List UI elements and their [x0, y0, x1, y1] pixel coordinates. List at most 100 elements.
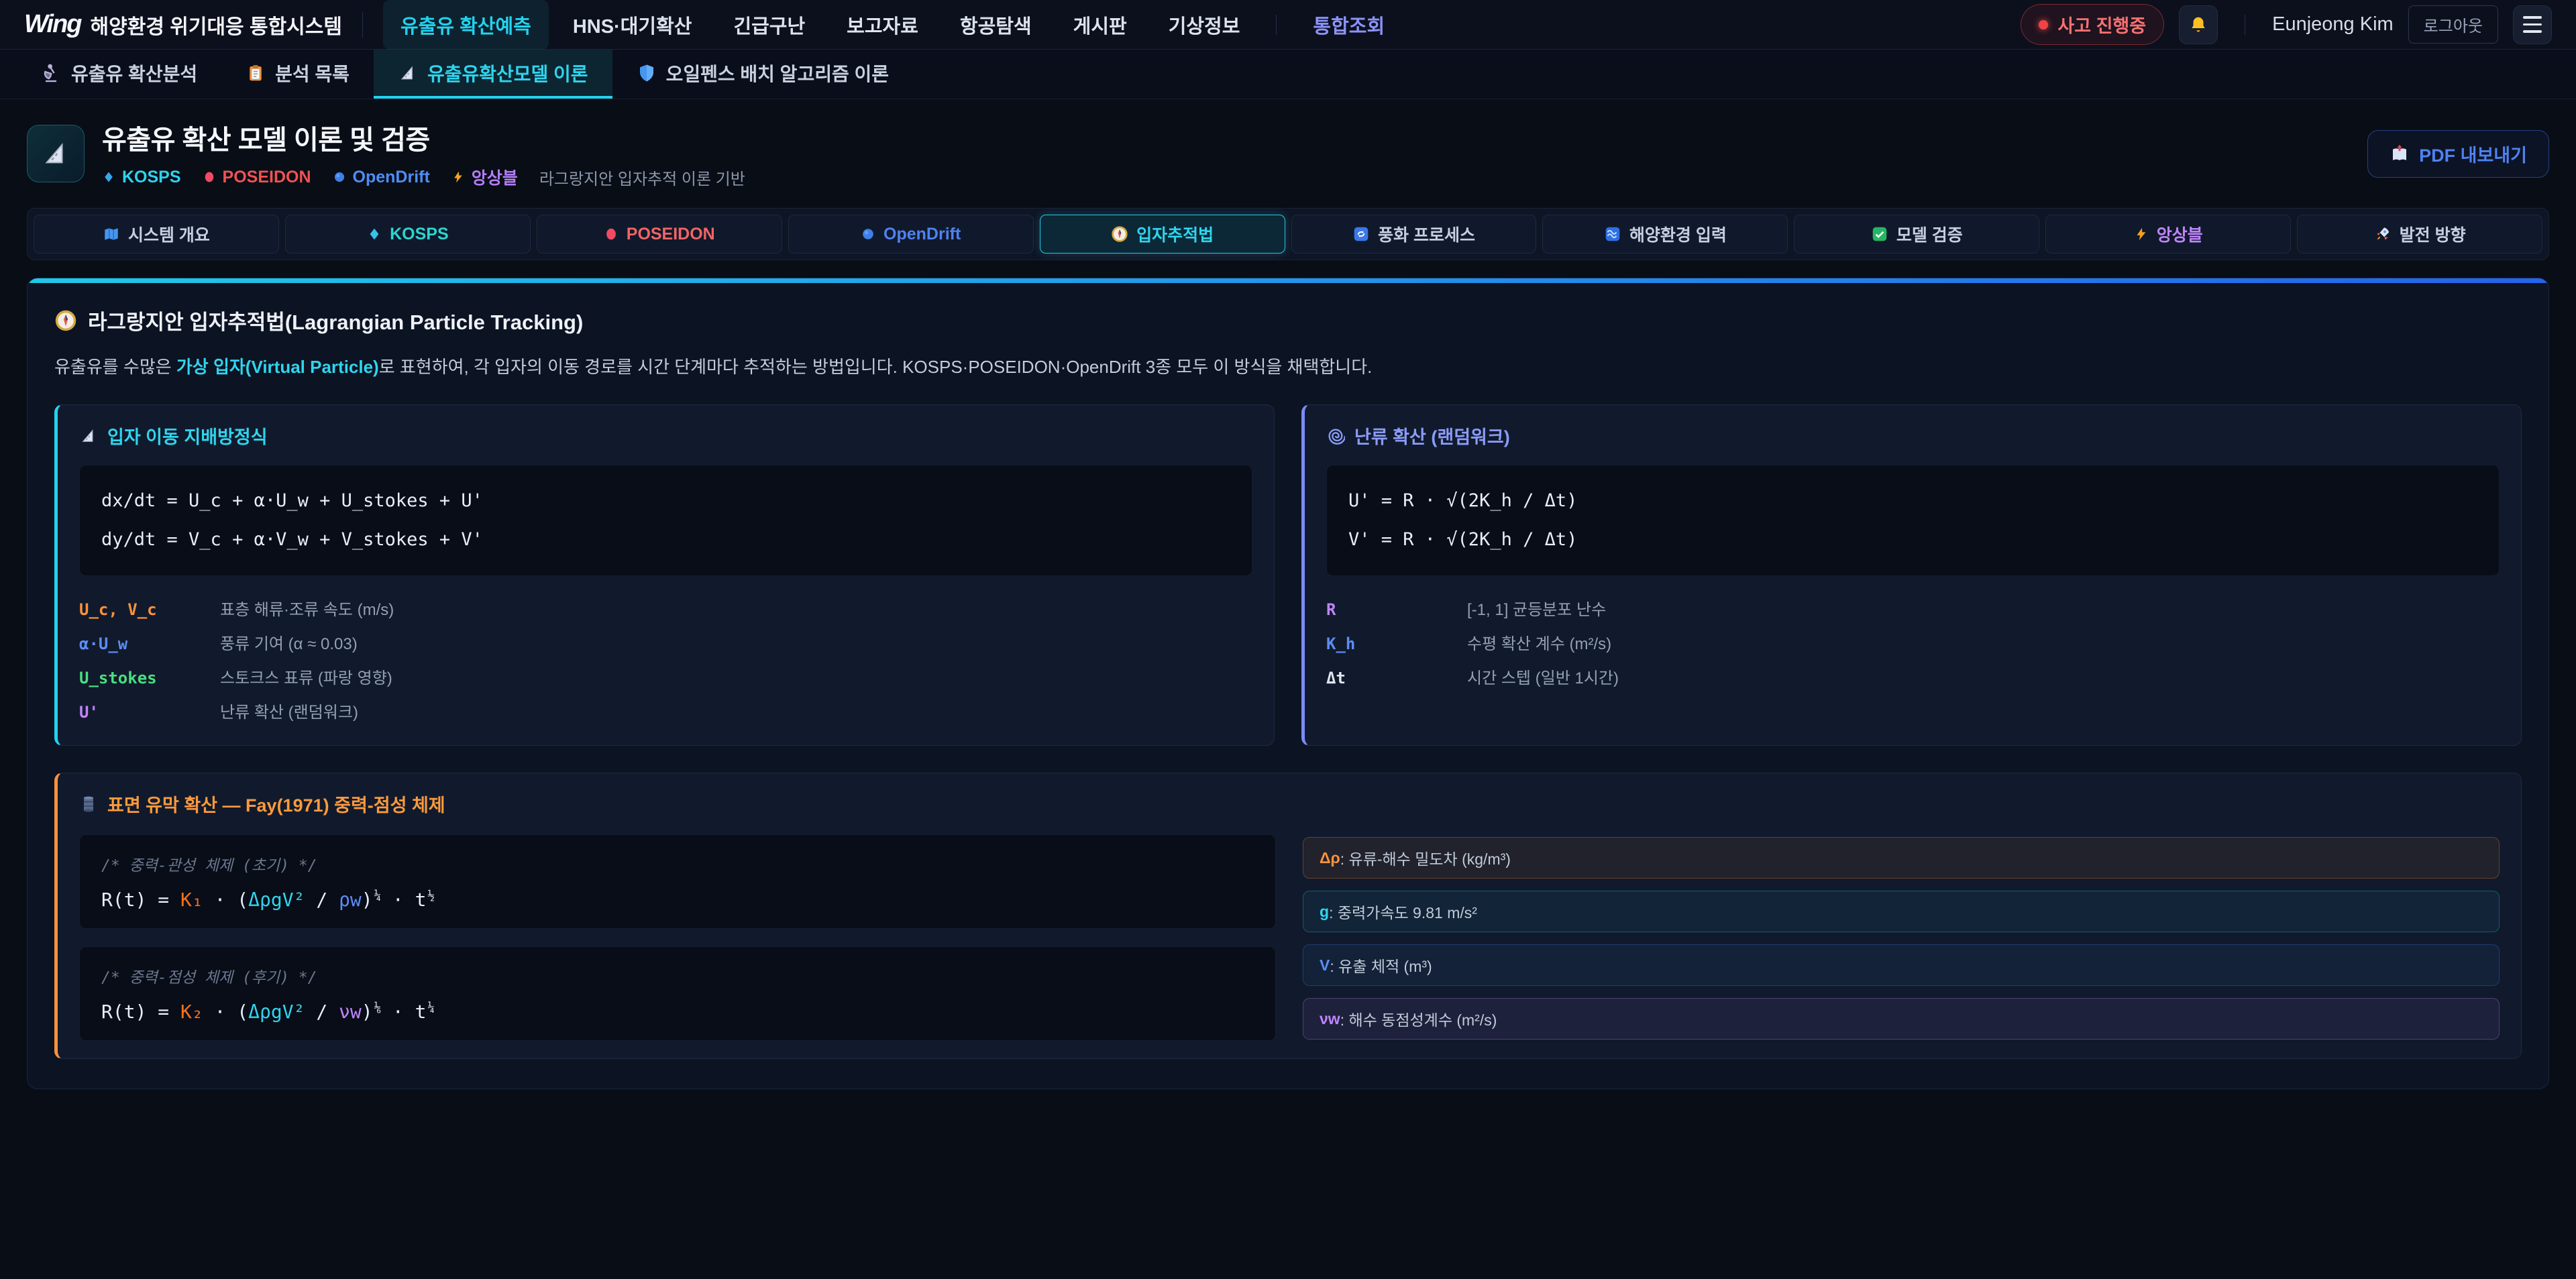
code-line: V' = R · √(2K_h / Δt): [1348, 520, 2477, 559]
lightning-icon: [451, 170, 465, 184]
legend-term: U_c, V_c: [79, 600, 220, 619]
brand: Wing 해양환경 위기대응 통합시스템: [24, 10, 342, 40]
section-nav-marine-environment-input[interactable]: 해양환경 입력: [1542, 215, 1788, 254]
turbulence-code-block: U' = R · √(2K_h / Δt) V' = R · √(2K_h / …: [1326, 465, 2500, 576]
section-navigation: 시스템 개요 KOSPS POSEIDON OpenDrift 입자추적법 풍화…: [27, 208, 2549, 260]
lagrangian-section-panel: 라그랑지안 입자추적법(Lagrangian Particle Tracking…: [27, 278, 2549, 1089]
legend-desc: 풍류 기여 (α ≈ 0.03): [220, 630, 358, 654]
turbulence-diffusion-card: 난류 확산 (랜덤워크) U' = R · √(2K_h / Δt) V' = …: [1301, 404, 2522, 746]
compass-icon: [1111, 225, 1128, 243]
legend-term: Δt: [1326, 669, 1467, 687]
nav-item-integrated-search[interactable]: 통합조회: [1295, 0, 1402, 50]
section-nav-opendrift[interactable]: OpenDrift: [788, 215, 1034, 254]
pdf-export-button[interactable]: PDF 내보내기: [2367, 130, 2549, 178]
topbar-right: 사고 진행중 Eunjeong Kim 로그아웃: [2021, 4, 2552, 45]
status-badge-label: 사고 진행중: [2057, 11, 2146, 38]
tab-analysis-list[interactable]: 분석 목록: [221, 50, 374, 99]
param-pill-gravity: g : 중력가속도 9.81 m/s²: [1303, 891, 2500, 932]
tab-label: 유출유확산모델 이론: [427, 60, 588, 87]
param-symbol: V: [1320, 956, 1330, 975]
param-pill-density-difference: Δρ : 유류-해수 밀도차 (kg/m³): [1303, 837, 2500, 879]
param-desc: : 유출 체적 (m³): [1330, 954, 1432, 977]
formula-cards-row: 입자 이동 지배방정식 dx/dt = U_c + α·U_w + U_stok…: [54, 404, 2522, 746]
section-nav-weathering-process[interactable]: 풍화 프로세스: [1291, 215, 1537, 254]
blue-circle-icon: [861, 226, 875, 242]
top-navigation-bar: Wing 해양환경 위기대응 통합시스템 유출유 확산예측 HNS·대기확산 긴…: [0, 0, 2576, 50]
legend-row: R [-1, 1] 균등분포 난수: [1326, 591, 2500, 625]
highlight-virtual-particle: 가상 입자(Virtual Particle): [176, 357, 379, 377]
section-nav-model-validation[interactable]: 모델 검증: [1794, 215, 2039, 254]
nav-item-weather-info[interactable]: 기상정보: [1151, 0, 1258, 50]
fay-formula: R(t) = K₂ · (ΔρgV² / νw)⅙ · t¼: [101, 1001, 1254, 1023]
badge-kosps: KOSPS: [102, 168, 181, 187]
nav-item-board[interactable]: 게시판: [1056, 0, 1144, 50]
cyclone-icon: [1326, 427, 1345, 445]
section-nav-future-direction[interactable]: 발전 방향: [2297, 215, 2542, 254]
section-nav-system-overview[interactable]: 시스템 개요: [34, 215, 279, 254]
card-title: 난류 확산 (랜덤워크): [1354, 423, 1510, 449]
page-header-icon-box: [27, 125, 85, 182]
nav-item-aerial-search[interactable]: 항공탐색: [943, 0, 1049, 50]
fay-parameters-column: Δρ : 유류-해수 밀도차 (kg/m³) g : 중력가속도 9.81 m/…: [1303, 834, 2500, 1041]
map-icon: [103, 225, 120, 243]
tab-label: 오일펜스 배치 알고리즘 이론: [666, 60, 889, 87]
red-circle-icon: [203, 170, 216, 184]
param-symbol: νw: [1320, 1010, 1340, 1028]
fay-formula-column: /* 중력-관성 체제 (초기) */ R(t) = K₁ · (ΔρgV² /…: [79, 834, 1276, 1041]
legend-desc: [-1, 1] 균등분포 난수: [1467, 596, 1606, 620]
governing-legend: U_c, V_c 표층 해류·조류 속도 (m/s) α·U_w 풍류 기여 (…: [79, 591, 1252, 728]
legend-term: U': [79, 703, 220, 722]
legend-term: K_h: [1326, 634, 1467, 653]
param-pill-kinematic-viscosity: νw : 해수 동점성계수 (m²/s): [1303, 998, 2500, 1040]
param-desc: : 유류-해수 밀도차 (kg/m³): [1340, 846, 1511, 869]
shield-icon: [637, 63, 657, 83]
section-title-row: 라그랑지안 입자추적법(Lagrangian Particle Tracking…: [54, 305, 2522, 335]
tab-oil-spill-analysis[interactable]: 유출유 확산분석: [16, 50, 221, 99]
logout-button[interactable]: 로그아웃: [2408, 5, 2498, 44]
fay-content-grid: /* 중력-관성 체제 (초기) */ R(t) = K₁ · (ΔρgV² /…: [79, 834, 2500, 1041]
nav-item-emergency-rescue[interactable]: 긴급구난: [716, 0, 822, 50]
param-pill-spill-volume: V : 유출 체적 (m³): [1303, 944, 2500, 986]
section-title: 라그랑지안 입자추적법(Lagrangian Particle Tracking…: [88, 305, 583, 335]
nav-item-oil-spill-prediction[interactable]: 유출유 확산예측: [383, 0, 549, 50]
page-header: 유출유 확산 모델 이론 및 검증 KOSPS POSEIDON OpenDri…: [0, 99, 2576, 205]
tab-diffusion-model-theory[interactable]: 유출유확산모델 이론: [374, 50, 612, 99]
legend-term: α·U_w: [79, 634, 220, 653]
param-desc: : 해수 동점성계수 (m²/s): [1340, 1007, 1497, 1030]
bell-icon: [2188, 15, 2208, 35]
book-export-icon: [2390, 144, 2410, 164]
fay-gravity-viscous-block: /* 중력-점성 체제 (후기) */ R(t) = K₂ · (ΔρgV² /…: [79, 946, 1276, 1041]
legend-desc: 난류 확산 (랜덤워크): [220, 699, 358, 722]
param-symbol: g: [1320, 903, 1329, 921]
legend-row: U_stokes 스토크스 표류 (파랑 영향): [79, 659, 1252, 693]
section-nav-kosps[interactable]: KOSPS: [285, 215, 531, 254]
section-nav-particle-tracking[interactable]: 입자추적법: [1040, 215, 1285, 254]
fay-formula: R(t) = K₁ · (ΔρgV² / ρw)¼ · t½: [101, 889, 1254, 911]
section-nav-ensemble[interactable]: 앙상블: [2045, 215, 2291, 254]
section-nav-poseidon[interactable]: POSEIDON: [537, 215, 782, 254]
card-title-row: 표면 유막 확산 — Fay(1971) 중력-점성 체제: [79, 791, 2500, 817]
hamburger-menu-button[interactable]: [2513, 5, 2552, 44]
microscope-icon: [40, 62, 62, 84]
nav-item-reports[interactable]: 보고자료: [829, 0, 936, 50]
param-symbol: Δρ: [1320, 849, 1340, 867]
legend-row: K_h 수평 확산 계수 (m²/s): [1326, 625, 2500, 659]
card-title-row: 입자 이동 지배방정식: [79, 423, 1252, 449]
turbulence-legend: R [-1, 1] 균등분포 난수 K_h 수평 확산 계수 (m²/s) Δt…: [1326, 591, 2500, 693]
notification-button[interactable]: [2179, 5, 2218, 44]
code-comment: /* 중력-관성 체제 (초기) */: [101, 852, 1254, 875]
card-title: 입자 이동 지배방정식: [107, 423, 268, 449]
code-line: dx/dt = U_c + α·U_w + U_stokes + U': [101, 482, 1230, 520]
wave-icon: [1604, 225, 1621, 243]
tab-oil-fence-algorithm-theory[interactable]: 오일펜스 배치 알고리즘 이론: [612, 50, 913, 99]
legend-desc: 수평 확산 계수 (m²/s): [1467, 630, 1611, 654]
param-desc: : 중력가속도 9.81 m/s²: [1329, 900, 1477, 923]
code-line: dy/dt = V_c + α·V_w + V_stokes + V': [101, 520, 1230, 559]
legend-desc: 표층 해류·조류 속도 (m/s): [220, 596, 394, 620]
nav-item-hns-air-diffusion[interactable]: HNS·대기확산: [555, 0, 710, 50]
legend-desc: 스토크스 표류 (파랑 영향): [220, 665, 392, 688]
rocket-icon: [2374, 225, 2392, 243]
incident-status-badge: 사고 진행중: [2021, 4, 2164, 45]
badge-opendrift: OpenDrift: [333, 168, 430, 187]
divider: [1276, 15, 1277, 35]
